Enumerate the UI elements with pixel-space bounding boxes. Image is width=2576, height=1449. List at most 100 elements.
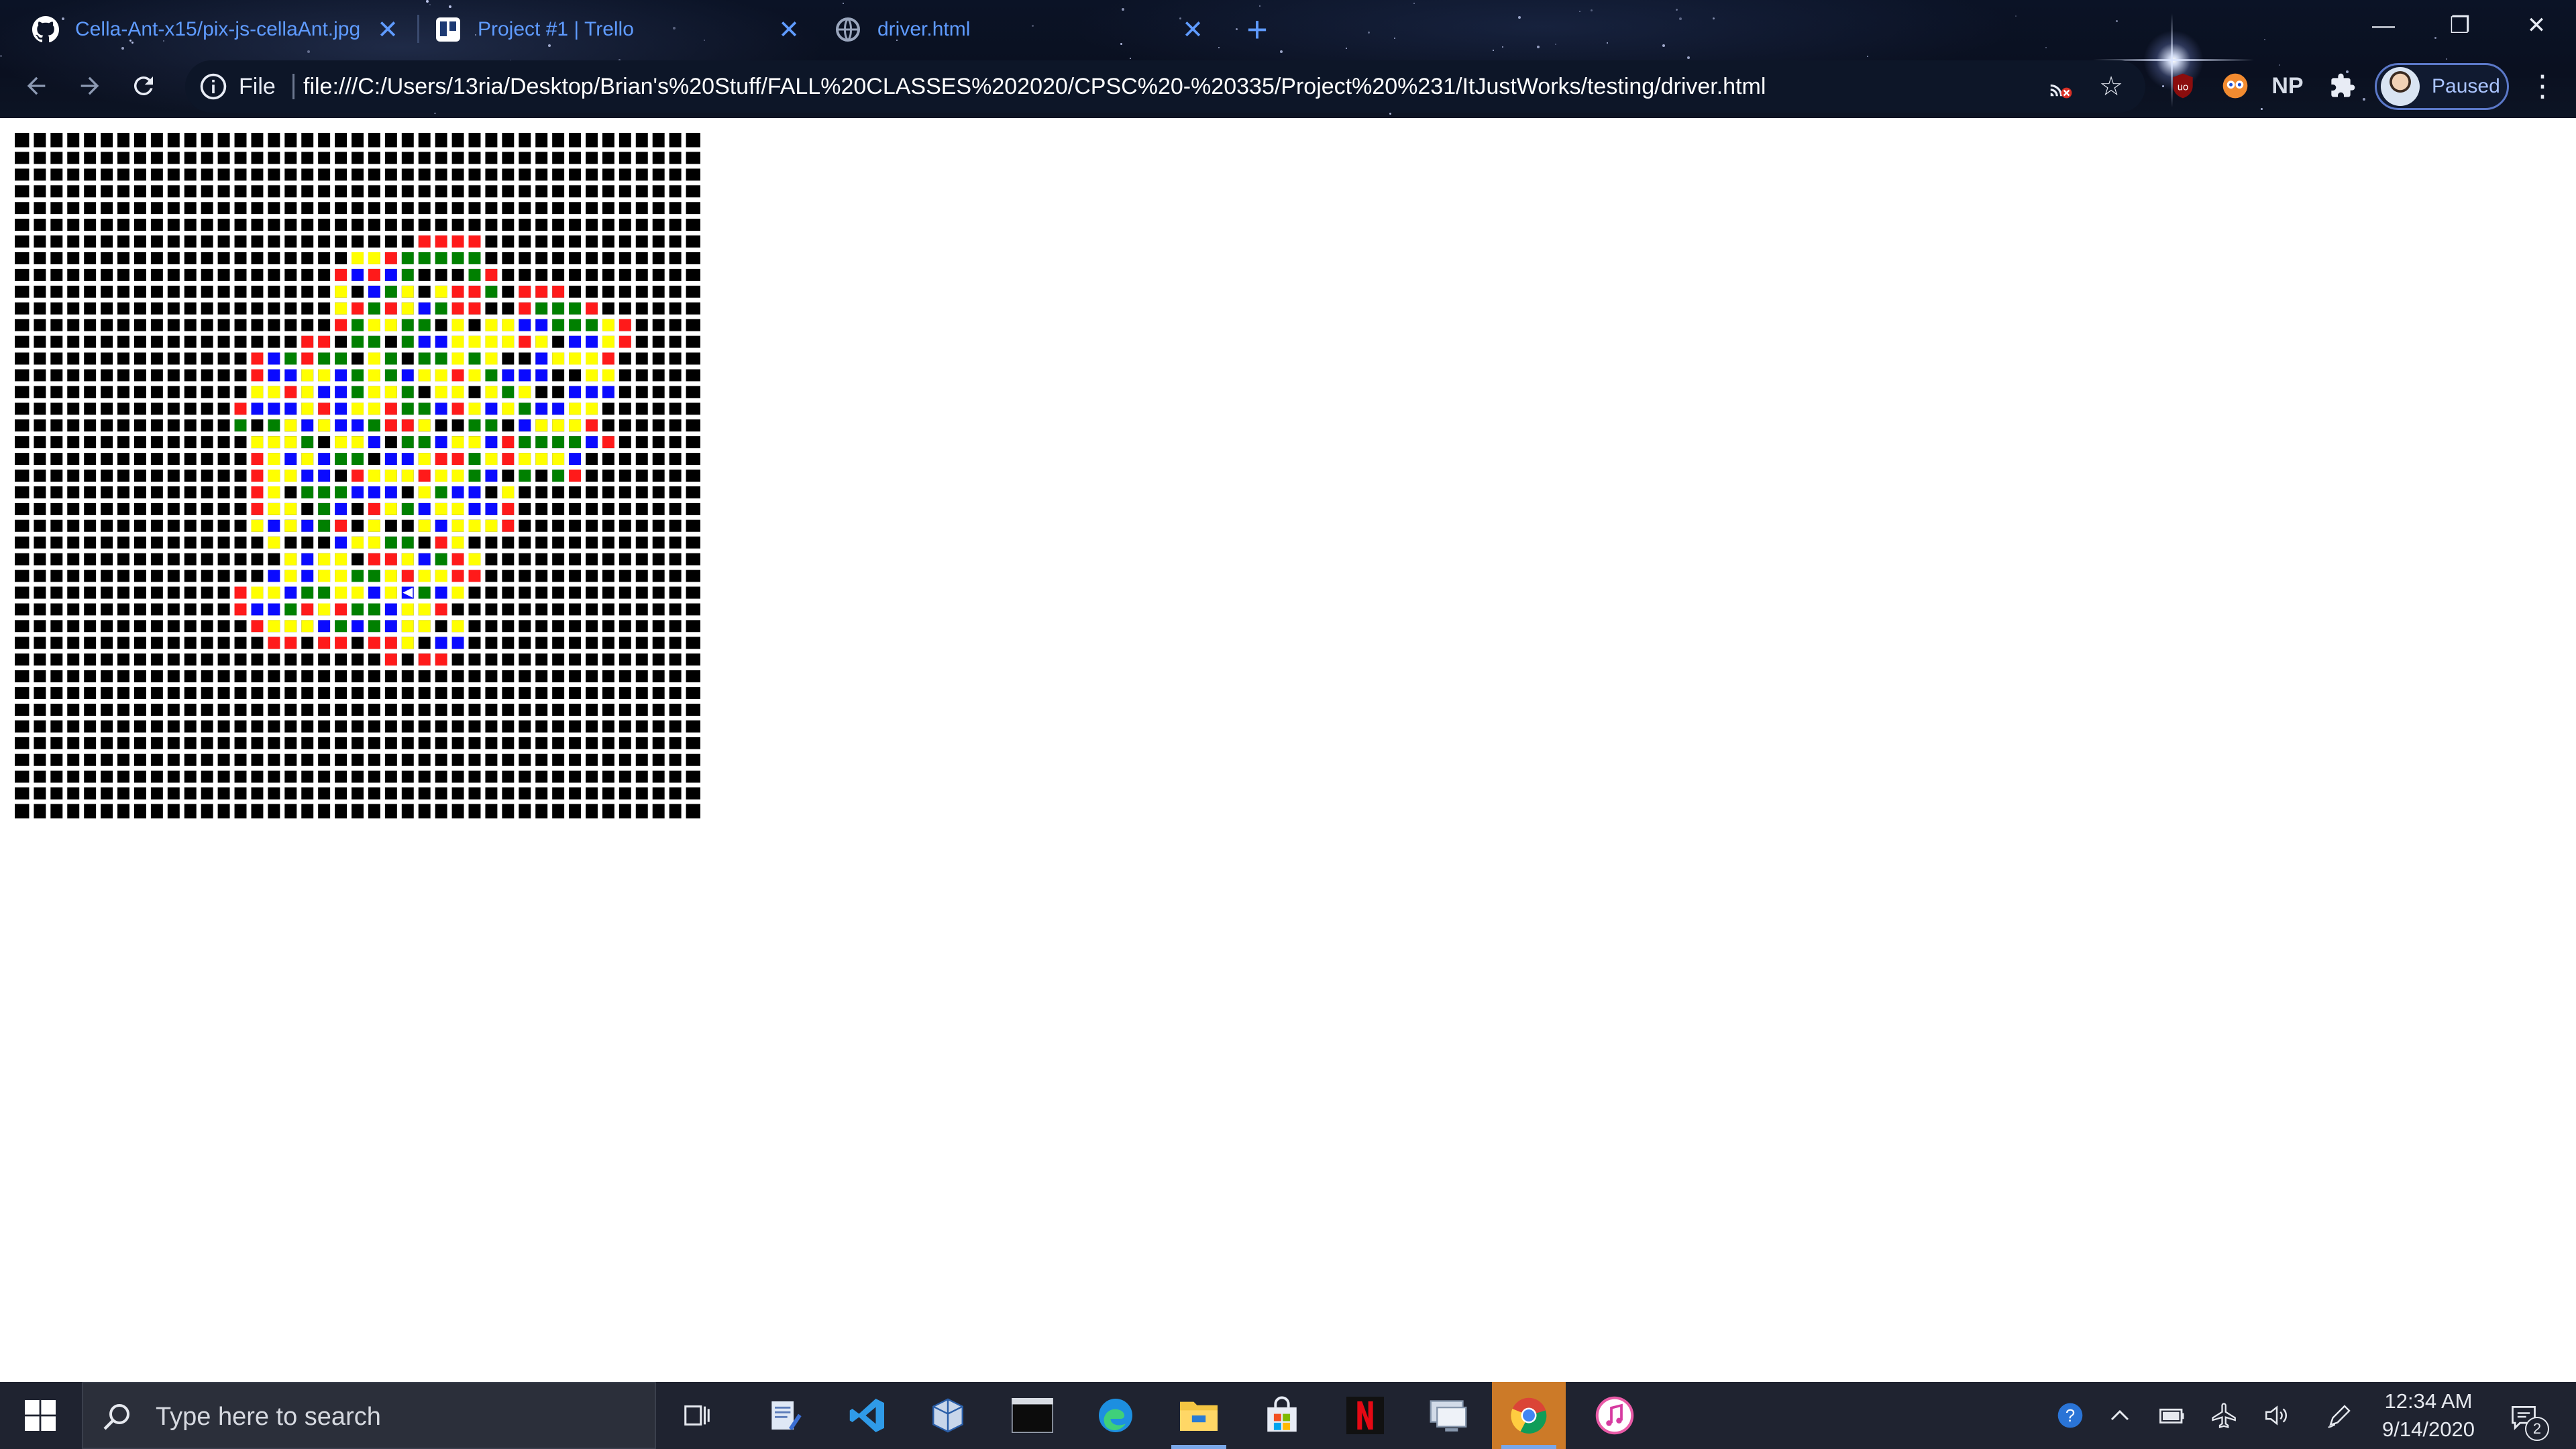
grid-cell xyxy=(401,704,414,716)
grid-cell xyxy=(101,787,113,800)
terminal-app[interactable] xyxy=(996,1382,1069,1449)
puzzle-icon[interactable] xyxy=(2324,67,2361,105)
restore-button[interactable]: ❐ xyxy=(2430,5,2490,46)
grid-cell xyxy=(552,335,565,348)
volume-icon[interactable] xyxy=(2258,1397,2296,1434)
grid-cell xyxy=(535,570,548,582)
grid-cell xyxy=(384,804,397,816)
notification-count-badge: 2 xyxy=(2525,1417,2549,1441)
grid-cell xyxy=(352,670,364,683)
grid-cell xyxy=(217,168,230,181)
grid-cell xyxy=(117,720,129,733)
notepad-app[interactable] xyxy=(747,1382,821,1449)
grid-cell xyxy=(485,787,498,800)
reload-button[interactable] xyxy=(123,66,164,106)
grid-cell xyxy=(418,319,431,331)
task-view-button[interactable] xyxy=(660,1382,734,1449)
grid-cell xyxy=(84,419,97,432)
grid-cell xyxy=(401,737,414,749)
grid-cell xyxy=(384,285,397,298)
chevron-up-icon[interactable] xyxy=(2101,1397,2139,1434)
menu-dots-icon[interactable]: ⋮ xyxy=(2524,67,2561,105)
itunes-app[interactable] xyxy=(1578,1382,1652,1449)
grid-cell xyxy=(401,168,414,181)
background-star xyxy=(1493,50,1494,51)
remote-desktop-app[interactable] xyxy=(1411,1382,1485,1449)
grid-cell xyxy=(502,436,515,449)
start-button[interactable] xyxy=(0,1382,80,1449)
grid-cell xyxy=(435,202,447,215)
grid-cell xyxy=(133,570,146,582)
grid-cell xyxy=(17,470,30,482)
np-extension-icon[interactable]: NP xyxy=(2269,67,2306,105)
grid-cell xyxy=(502,486,515,498)
edge-app[interactable] xyxy=(1079,1382,1152,1449)
tab-trello[interactable]: Project #1 | Trello ✕ xyxy=(435,8,802,51)
grid-cell xyxy=(251,486,264,498)
new-tab-button[interactable]: + xyxy=(1238,9,1276,50)
grid-cell xyxy=(368,453,380,466)
virtualbox-app[interactable] xyxy=(911,1382,985,1449)
netflix-app[interactable] xyxy=(1328,1382,1402,1449)
grid-cell xyxy=(284,168,297,181)
taskbar-search-box[interactable]: Type here to search xyxy=(82,1382,656,1449)
close-icon[interactable]: ✕ xyxy=(374,16,401,44)
grid-cell xyxy=(401,369,414,382)
grid-cell xyxy=(352,235,364,248)
taskbar-clock[interactable]: 12:34 AM 9/14/2020 xyxy=(2361,1387,2496,1444)
close-window-button[interactable]: ✕ xyxy=(2506,5,2567,46)
pen-icon[interactable] xyxy=(2321,1397,2359,1434)
grid-cell xyxy=(167,704,180,716)
grid-cell xyxy=(234,402,247,415)
grid-cell xyxy=(284,620,297,633)
grid-cell xyxy=(352,486,364,498)
grid-cell xyxy=(368,737,380,749)
vscode-app[interactable] xyxy=(830,1382,904,1449)
grid-cell xyxy=(468,352,481,365)
store-app[interactable] xyxy=(1245,1382,1319,1449)
grid-cell xyxy=(586,419,598,432)
grid-cell xyxy=(435,285,447,298)
grid-cell xyxy=(217,436,230,449)
file-explorer-app[interactable] xyxy=(1162,1382,1236,1449)
grid-cell xyxy=(150,268,163,281)
back-button[interactable] xyxy=(16,66,56,106)
info-icon[interactable] xyxy=(199,72,228,101)
grid-cell xyxy=(17,319,30,331)
grid-cell xyxy=(133,502,146,515)
ublock-icon[interactable]: uo xyxy=(2164,67,2202,105)
grid-cell xyxy=(435,704,447,716)
forward-button[interactable] xyxy=(70,66,110,106)
owl-extension-icon[interactable] xyxy=(2216,67,2254,105)
tab-driver[interactable]: driver.html ✕ xyxy=(835,8,1206,51)
grid-cell xyxy=(569,620,582,633)
grid-cell xyxy=(686,653,698,666)
grid-cell xyxy=(635,502,648,515)
grid-cell xyxy=(50,704,63,716)
grid-cell xyxy=(301,737,314,749)
close-icon[interactable]: ✕ xyxy=(1179,16,1206,44)
grid-cell xyxy=(301,670,314,683)
grid-cell xyxy=(502,737,515,749)
grid-cell xyxy=(485,352,498,365)
cast-blocked-icon[interactable] xyxy=(2043,70,2077,103)
grid-cell xyxy=(602,319,614,331)
chrome-app[interactable] xyxy=(1492,1382,1566,1449)
help-icon[interactable]: ? xyxy=(2051,1397,2089,1434)
grid-cell xyxy=(217,470,230,482)
airplane-mode-icon[interactable] xyxy=(2206,1397,2243,1434)
bookmark-star-icon[interactable]: ☆ xyxy=(2094,70,2128,103)
profile-button[interactable]: Paused xyxy=(2375,63,2509,110)
grid-cell xyxy=(184,152,197,164)
tab-github[interactable]: Cella-Ant-x15/pix-js-cellaAnt.jpg ✕ xyxy=(32,8,401,51)
battery-icon[interactable] xyxy=(2153,1397,2191,1434)
url-text[interactable]: file:///C:/Users/13ria/Desktop/Brian's%2… xyxy=(303,60,1766,113)
grid-cell xyxy=(318,637,331,649)
grid-cell xyxy=(468,386,481,398)
close-icon[interactable]: ✕ xyxy=(775,16,802,44)
minimize-button[interactable]: — xyxy=(2353,5,2414,46)
grid-cell xyxy=(619,553,631,566)
background-star xyxy=(843,3,844,4)
address-bar[interactable]: File file:///C:/Users/13ria/Desktop/Bria… xyxy=(185,60,2145,113)
grid-cell xyxy=(352,787,364,800)
